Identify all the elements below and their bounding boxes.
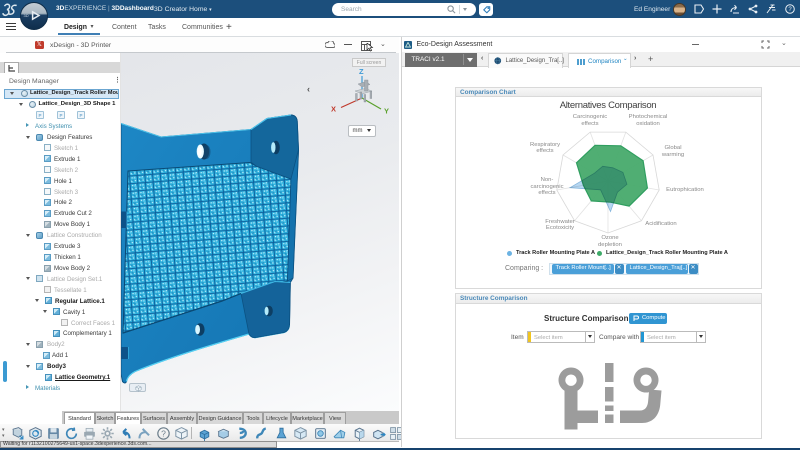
svg-text:X: X xyxy=(331,105,336,114)
svg-text:?: ? xyxy=(161,428,166,438)
svg-text:?: ? xyxy=(788,7,792,13)
svg-text:Z: Z xyxy=(359,67,364,76)
svg-text:Y: Y xyxy=(384,107,389,116)
